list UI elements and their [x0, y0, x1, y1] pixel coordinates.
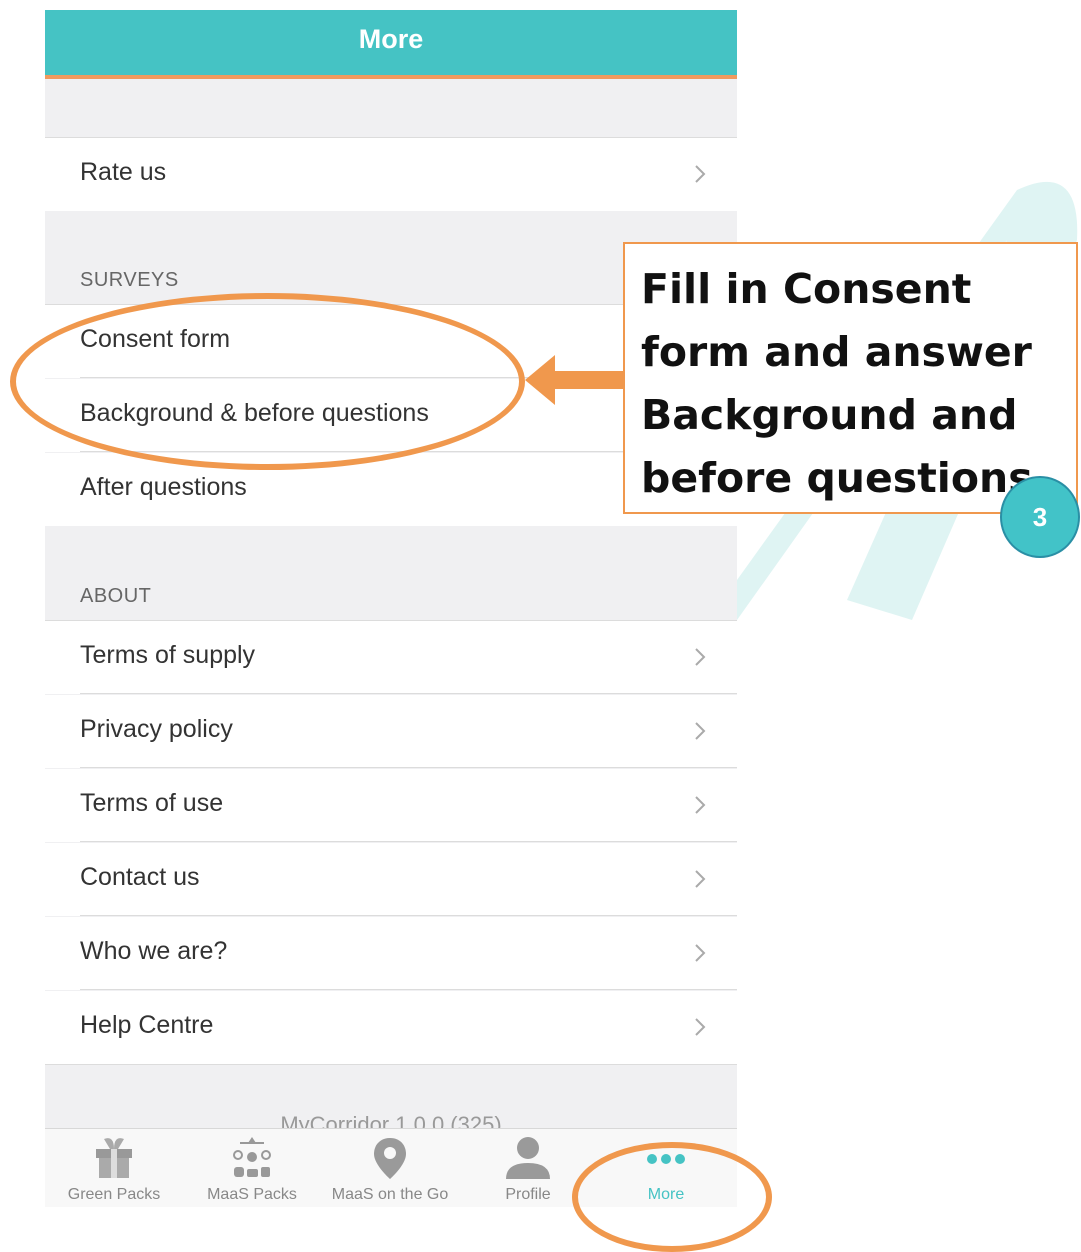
page-title: More: [358, 24, 424, 54]
chevron-right-icon: [695, 722, 706, 740]
chevron-right-icon: [695, 870, 706, 888]
menu-item-help-centre[interactable]: Help Centre: [45, 991, 737, 1064]
tab-label: MaaS on the Go: [331, 1186, 449, 1203]
tab-label: Green Packs: [67, 1186, 161, 1203]
transport-modes-icon: [233, 1137, 271, 1177]
tab-maas-packs[interactable]: MaaS Packs: [183, 1129, 321, 1207]
menu-item-label: Help Centre: [80, 1011, 214, 1039]
chevron-right-icon: [695, 944, 706, 962]
section-label-surveys: SURVEYS: [80, 269, 179, 291]
menu-item-terms-of-use[interactable]: Terms of use: [45, 769, 737, 842]
highlight-ring-more-tab: [572, 1142, 772, 1252]
menu-item-label: Terms of supply: [80, 641, 256, 669]
tab-maas-on-the-go[interactable]: MaaS on the Go: [321, 1129, 459, 1207]
chevron-right-icon: [695, 165, 706, 183]
menu-item-contact-us[interactable]: Contact us: [45, 843, 737, 916]
menu-item-rate-us[interactable]: Rate us: [45, 138, 737, 211]
section-label-about: ABOUT: [80, 585, 152, 607]
divider: [80, 693, 737, 694]
menu-item-label: Who we are?: [80, 937, 228, 965]
chevron-right-icon: [695, 1018, 706, 1036]
divider: [45, 1064, 737, 1065]
header-bar: More: [45, 10, 737, 79]
divider: [80, 767, 737, 768]
arrow-left-icon: [525, 355, 625, 405]
highlight-ring-surveys: [10, 293, 525, 470]
menu-item-label: After questions: [80, 473, 247, 501]
menu-item-label: Privacy policy: [80, 715, 233, 743]
divider: [80, 841, 737, 842]
gift-icon: [96, 1138, 132, 1178]
step-badge: 3: [1000, 476, 1080, 558]
menu-item-terms-of-supply[interactable]: Terms of supply: [45, 621, 737, 694]
location-pin-icon: [374, 1138, 406, 1179]
callout-text: Fill in Consent form and answer Backgrou…: [641, 265, 1033, 502]
chevron-right-icon: [695, 796, 706, 814]
menu-item-label: Contact us: [80, 863, 200, 891]
person-icon: [506, 1137, 550, 1179]
menu-item-label: Rate us: [80, 158, 167, 186]
phone-screen: More Rate us SURVEYS Consent form Backgr…: [45, 10, 737, 1207]
chevron-right-icon: [695, 648, 706, 666]
divider: [80, 915, 737, 916]
tab-green-packs[interactable]: Green Packs: [45, 1129, 183, 1207]
instruction-callout: Fill in Consent form and answer Backgrou…: [623, 242, 1078, 514]
divider: [80, 989, 737, 990]
menu-item-privacy-policy[interactable]: Privacy policy: [45, 695, 737, 768]
menu-item-who-we-are[interactable]: Who we are?: [45, 917, 737, 990]
menu-item-label: Terms of use: [80, 789, 224, 817]
tab-label: MaaS Packs: [207, 1186, 297, 1203]
